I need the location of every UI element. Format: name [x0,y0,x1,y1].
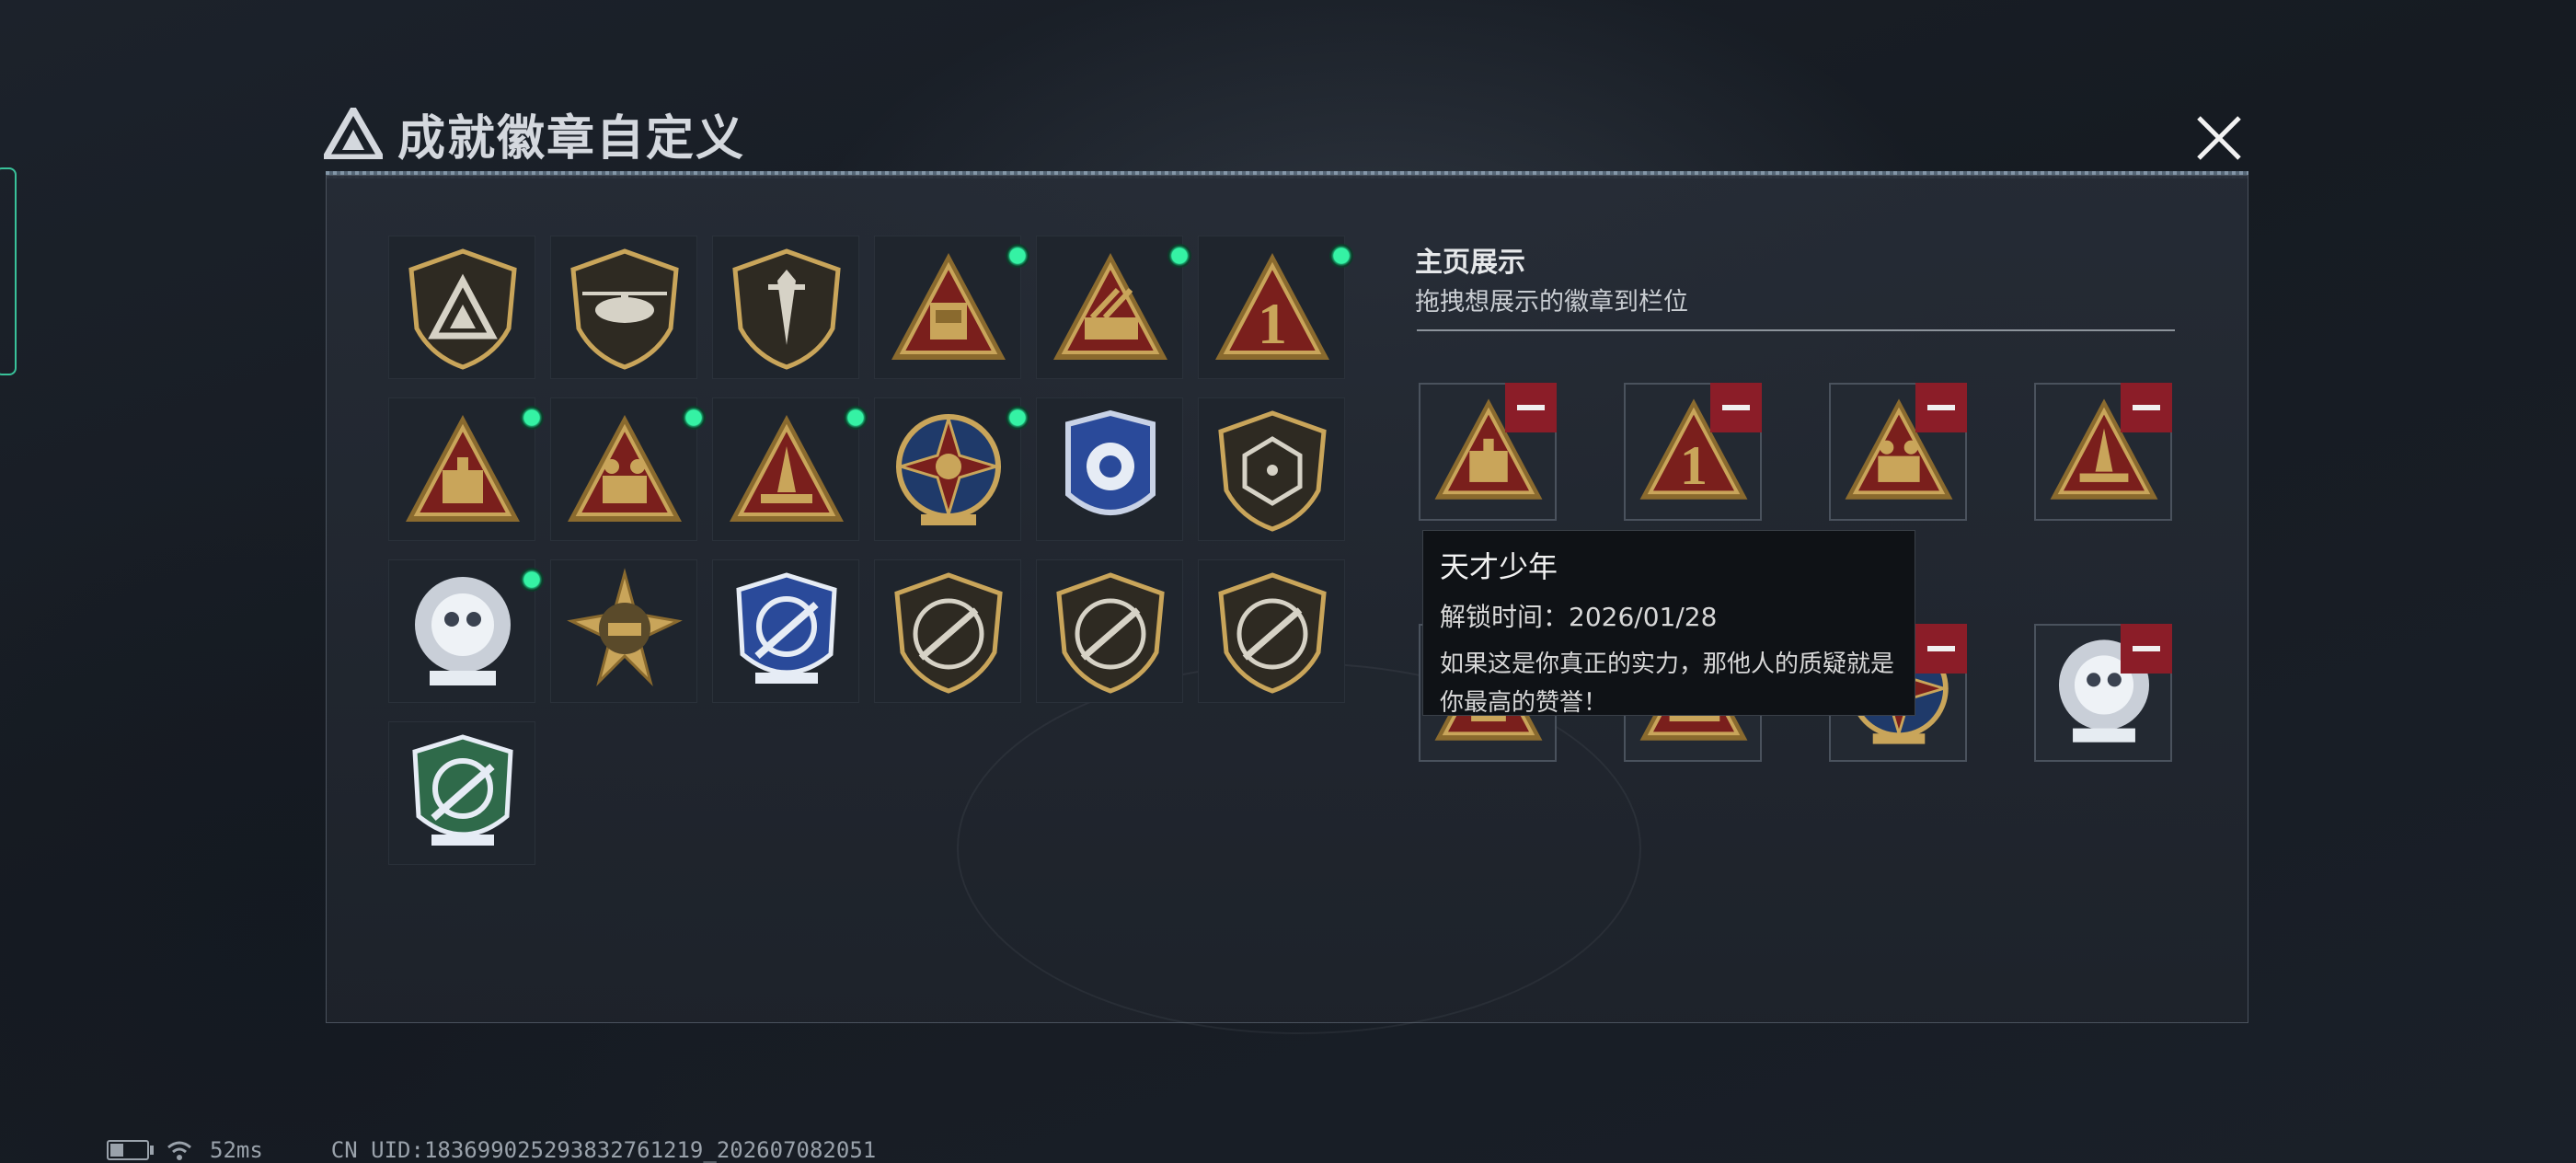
svg-text:1: 1 [1258,291,1287,356]
remove-badge-button[interactable] [1710,383,1762,432]
page-title: 成就徽章自定义 [397,110,746,167]
battery-icon [107,1140,154,1160]
badge-slot[interactable] [874,236,1029,379]
crosshair-rifle-blue-badge-icon [736,572,837,684]
badge-slot[interactable] [712,397,868,541]
badge-slot[interactable] [874,559,1021,703]
remove-badge-button[interactable] [2121,383,2172,432]
badge-slot[interactable] [1198,397,1345,541]
tank-star-badge-icon [567,568,683,686]
display-slot[interactable] [1829,383,1967,521]
remove-badge-button[interactable] [1915,383,1967,432]
display-slot[interactable] [2034,624,2172,762]
dagger-shield-badge-icon [732,248,841,370]
dice-shield-badge-icon [1218,410,1327,532]
badge-slot[interactable] [1036,559,1183,703]
remove-badge-button[interactable] [1915,624,1967,674]
badge-tooltip: 天才少年 解锁时间：2026/01/28 如果这是你真正的实力，那他人的质疑就是… [1422,530,1915,717]
badge-slot[interactable] [388,559,544,703]
badge-slot[interactable] [1036,236,1191,379]
box-58-triangle-badge-icon [891,253,1006,360]
triangle-a-logo-icon [324,108,383,159]
badge-slot[interactable]: 1 [1198,236,1353,379]
ping-text: 52ms [210,1137,263,1163]
shield-a-badge-icon [408,248,517,370]
rocket-launcher-triangle-badge-icon [1053,253,1167,360]
minus-icon [1927,646,1955,651]
new-indicator-dot [682,406,706,430]
badge-slot[interactable] [550,397,706,541]
blue-police-badge-icon [1065,409,1156,515]
rifle-shield-badge-icon [1218,572,1327,694]
helicopter-shield-badge-icon [570,248,679,370]
wifi-icon [167,1141,191,1160]
status-bar: 52ms CN UID:183699025293832761219_202607… [107,1137,876,1163]
new-indicator-dot [520,568,544,592]
badge-slot[interactable] [874,397,1029,541]
new-indicator-dot [520,406,544,430]
minus-icon [1517,405,1545,410]
remove-badge-button[interactable] [1505,383,1557,432]
close-button[interactable] [2188,107,2250,169]
side-tab-indicator[interactable] [0,167,17,375]
badge-slot[interactable] [388,721,535,865]
new-indicator-dot [1006,244,1029,268]
missile-triangle-badge-icon [730,415,844,522]
badge-slot[interactable] [1036,397,1183,541]
badge-slot[interactable] [550,236,697,379]
uid-text: CN UID:183699025293832761219_20260708205… [330,1137,877,1163]
badge-slot[interactable] [712,559,859,703]
display-divider [1417,329,2175,331]
soldiers-triangle-badge-icon [568,415,682,522]
minus-icon [1927,405,1955,410]
crate-triangle-badge-icon [406,415,520,522]
title-bar: 成就徽章自定义 [324,101,746,167]
new-indicator-dot [844,406,868,430]
tooltip-badge-name: 天才少年 [1440,549,1558,584]
skull-wreath-badge-icon [415,577,511,685]
badge-slot[interactable] [550,559,697,703]
minus-icon [2133,646,2160,651]
badge-slot[interactable] [712,236,859,379]
new-indicator-dot [1006,406,1029,430]
display-section-subtitle: 拖拽想展示的徽章到栏位 [1415,288,1688,317]
svg-text:1: 1 [1680,435,1708,497]
display-slot[interactable]: 1 [1624,383,1762,521]
minus-icon [1722,405,1750,410]
remove-badge-button[interactable] [2121,624,2172,674]
new-indicator-dot [1329,244,1353,268]
close-x-icon [2197,116,2241,160]
badge-slot[interactable] [388,236,535,379]
rifle-shield-badge-icon [894,572,1003,694]
tooltip-description: 如果这是你真正的实力，那他人的质疑就是你最高的赞誉！ [1440,651,1895,717]
number-1-triangle-badge-icon: 1 [1215,253,1329,360]
display-slot[interactable] [1419,383,1557,521]
rifle-shield-badge-icon [1056,572,1165,694]
badge-slot[interactable] [1198,559,1345,703]
star-compass-badge-icon [895,413,1002,525]
crosshair-knife-green-badge-icon [412,734,513,846]
minus-icon [2133,405,2160,410]
badge-slot[interactable] [388,397,544,541]
display-section-title: 主页展示 [1415,247,1525,279]
display-slot[interactable] [2034,383,2172,521]
tooltip-unlock-time: 解锁时间：2026/01/28 [1440,602,1718,632]
new-indicator-dot [1167,244,1191,268]
